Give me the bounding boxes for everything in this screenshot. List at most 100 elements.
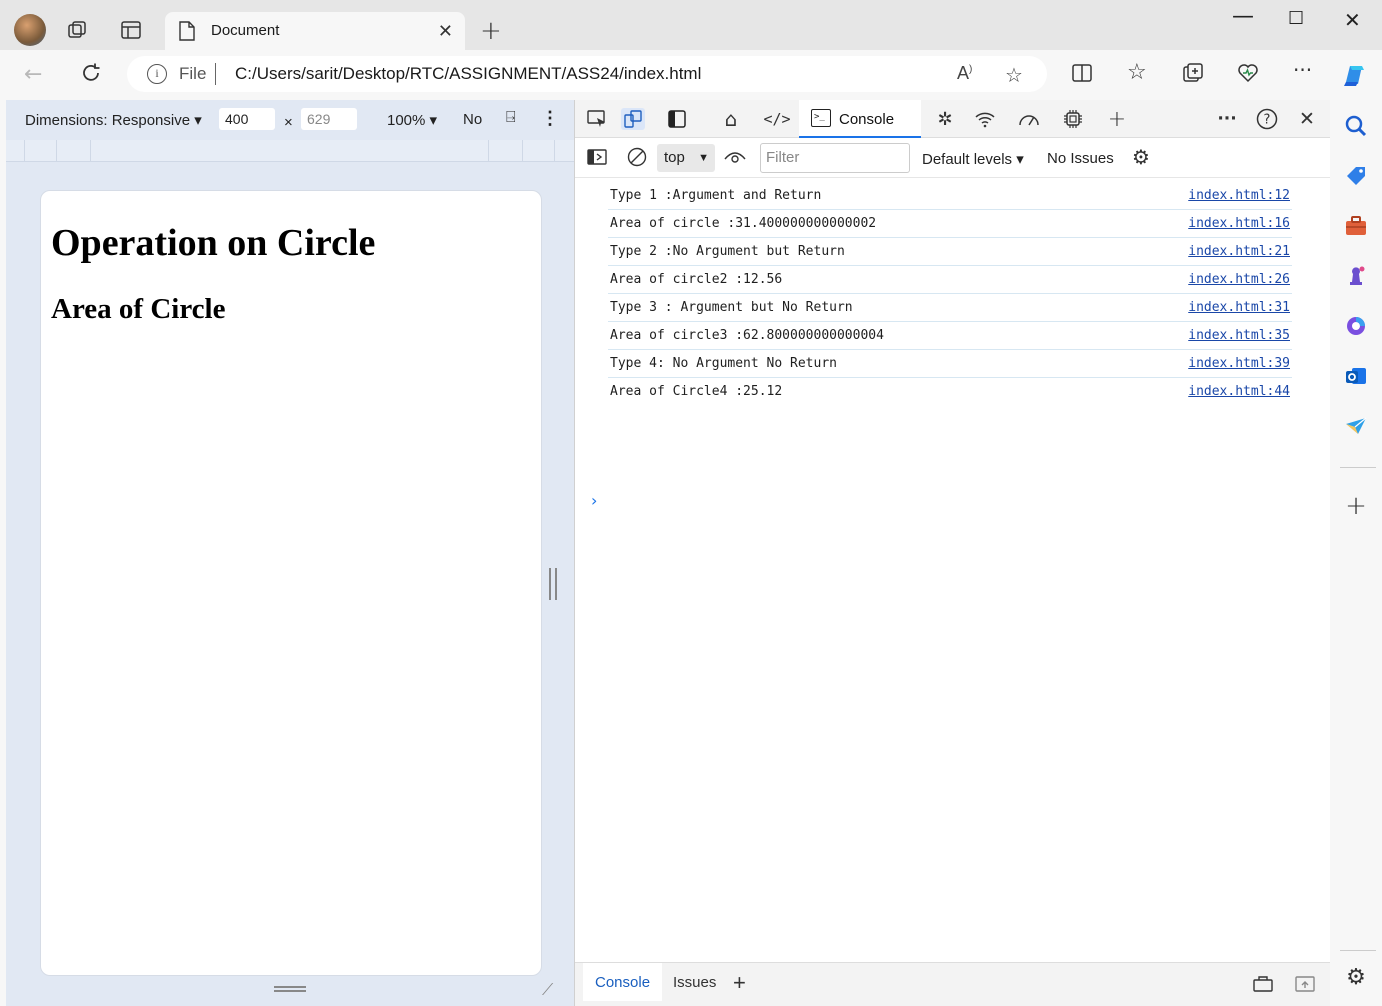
console-toolbar: top ▼ Filter Default levels ▾ No Issues … [575,138,1331,178]
log-text: Type 2 :No Argument but Return [610,244,845,259]
device-more-icon[interactable]: ⋮ [541,108,559,129]
issues-counter[interactable]: No Issues [1047,150,1114,167]
copilot-icon[interactable] [1340,60,1370,95]
width-input[interactable]: 400 [219,108,275,130]
log-source-link[interactable]: index.html:12 [1188,188,1290,203]
log-levels-label: Default levels [922,151,1013,168]
sidebar-divider-bottom [1340,950,1376,951]
console-message: Type 2 :No Argument but Return index.htm… [608,238,1292,266]
context-selector[interactable]: top ▼ [657,144,715,172]
dimension-times: × [284,114,293,131]
performance-gauge-icon[interactable] [1017,108,1041,130]
welcome-home-icon[interactable]: ⌂ [719,107,743,131]
console-log-list: Type 1 :Argument and Return index.html:1… [575,182,1315,510]
close-devtools-icon[interactable]: ✕ [1295,108,1319,130]
log-source-link[interactable]: index.html:31 [1188,300,1290,315]
favorites-icon[interactable]: ☆ [1127,60,1147,85]
zoom-label: 100% [387,112,426,129]
help-icon[interactable]: ? [1255,108,1279,130]
log-text: Area of circle3 :62.800000000000004 [610,328,884,343]
vertical-tabs-icon[interactable] [119,18,143,42]
console-message: Type 1 :Argument and Return index.html:1… [608,182,1292,210]
outlook-icon[interactable] [1344,364,1368,388]
new-tab-button[interactable]: + [480,16,502,46]
devtools-more-icon[interactable]: ··· [1215,108,1239,130]
maximize-button[interactable]: ☐ [1288,8,1304,29]
more-tools-plus-icon[interactable]: + [1105,107,1129,132]
tools-briefcase-icon[interactable] [1344,214,1368,238]
media-query-ruler[interactable] [6,140,574,162]
tab-console[interactable]: >_ Console [799,100,921,138]
log-source-link[interactable]: index.html:35 [1188,328,1290,343]
collections-icon[interactable] [1182,62,1204,89]
log-text: Area of Circle4 :25.12 [610,384,783,399]
device-emulation-icon[interactable] [621,108,645,130]
console-prompt-chevron-icon[interactable]: › [591,491,597,510]
games-chess-icon[interactable] [1344,264,1368,288]
log-levels-dropdown[interactable]: Default levels ▾ [922,150,1024,168]
browser-essentials-icon[interactable] [1237,62,1259,89]
log-source-link[interactable]: index.html:16 [1188,216,1290,231]
title-bar: Document ✕ + — ☐ ✕ [0,0,1382,50]
dimensions-label: Dimensions: Responsive [25,112,191,129]
log-text: Type 3 : Argument but No Return [610,300,853,315]
throttle-dropdown[interactable]: No [463,111,482,128]
log-source-link[interactable]: index.html:44 [1188,384,1290,399]
sidebar-divider [1340,467,1376,468]
dock-drawer-icon[interactable] [1293,973,1317,995]
dock-side-icon[interactable] [665,108,689,130]
log-source-link[interactable]: index.html:39 [1188,356,1290,371]
resize-corner-icon[interactable]: ⟋ [542,980,553,1000]
dimensions-dropdown[interactable]: Dimensions: Responsive ▾ [25,111,202,129]
sidebar-settings-gear-icon[interactable]: ⚙ [1344,966,1368,990]
zoom-dropdown[interactable]: 100% ▾ [387,111,437,129]
elements-icon[interactable]: </> [763,108,790,130]
log-source-link[interactable]: index.html:21 [1188,244,1290,259]
shopping-tag-icon[interactable] [1344,164,1368,188]
close-tab-icon[interactable]: ✕ [438,21,453,42]
console-message: Area of circle :31.400000000000002 index… [608,210,1292,238]
search-icon[interactable] [1344,114,1368,138]
profile-avatar[interactable] [14,14,46,46]
live-expression-eye-icon[interactable] [723,146,747,168]
send-drop-icon[interactable] [1344,414,1368,438]
resize-handle-bottom[interactable] [274,986,306,992]
resize-handle-right[interactable] [549,568,557,600]
site-info-icon[interactable]: i [147,64,167,84]
sources-bug-icon[interactable]: ✲ [933,108,957,130]
show-sidebar-icon[interactable] [585,146,609,168]
quick-view-icon[interactable] [1251,973,1275,995]
minimize-button[interactable]: — [1232,4,1254,29]
clear-console-icon[interactable] [625,146,649,168]
chevron-down-icon: ▼ [698,152,709,164]
url-text[interactable]: C:/Users/sarit/Desktop/RTC/ASSIGNMENT/AS… [235,64,701,84]
close-window-button[interactable]: ✕ [1344,8,1361,32]
favorite-star-icon[interactable]: ☆ [1005,63,1023,87]
inspect-element-icon[interactable] [585,108,609,130]
network-wifi-icon[interactable] [973,108,997,130]
refresh-button[interactable] [80,62,102,90]
workspaces-icon[interactable] [66,18,90,42]
filter-input[interactable]: Filter [760,143,910,173]
split-screen-icon[interactable] [1071,62,1093,89]
microsoft-365-icon[interactable] [1344,314,1368,338]
page-viewport: Operation on Circle Area of Circle [40,190,542,976]
height-input[interactable]: 629 [301,108,357,130]
active-tab[interactable]: Document ✕ [165,12,465,50]
drawer-add-tab-icon[interactable]: + [721,963,758,1001]
add-sidebar-app-icon[interactable]: + [1344,493,1368,519]
address-separator [215,63,216,85]
memory-chip-icon[interactable] [1061,108,1085,130]
address-bar[interactable]: i File C:/Users/sarit/Desktop/RTC/ASSIGN… [127,56,1047,92]
console-settings-gear-icon[interactable]: ⚙ [1129,145,1153,169]
rotate-icon[interactable]: ⍈ [506,109,516,127]
console-message: Type 3 : Argument but No Return index.ht… [608,294,1292,322]
settings-more-icon[interactable]: ··· [1293,58,1312,82]
back-button[interactable]: ← [24,62,42,87]
read-aloud-icon[interactable]: A) [957,63,972,84]
page-heading: Operation on Circle [51,222,376,264]
log-text: Type 1 :Argument and Return [610,188,822,203]
log-source-link[interactable]: index.html:26 [1188,272,1290,287]
drawer-tab-console[interactable]: Console [583,963,663,1001]
drawer-tab-issues[interactable]: Issues [661,963,728,1001]
